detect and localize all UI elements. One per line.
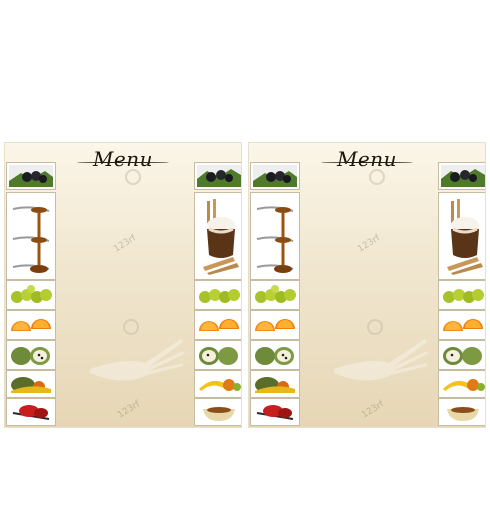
tile-banana-fruit — [195, 371, 241, 397]
grapes-icon — [441, 283, 485, 307]
cherimoya-icon — [197, 343, 241, 367]
banana-fruit-icon — [441, 373, 485, 395]
banana-fruit-icon — [197, 373, 241, 395]
blackberries-icon — [441, 165, 485, 187]
tile-cherimoya — [7, 341, 55, 369]
fork-watermark-icon — [90, 339, 184, 381]
orange-slices-icon — [197, 313, 241, 337]
blackberries-icon — [253, 165, 297, 187]
menu-panel-left: Menu 123rf 123rf — [4, 142, 242, 428]
tile-grapes — [439, 281, 485, 309]
tile-blackberries — [439, 163, 485, 189]
cherimoya-icon — [253, 343, 297, 367]
tile-blackberries — [251, 163, 299, 189]
tile-oranges — [251, 311, 299, 339]
tile-red-pepper — [251, 399, 299, 425]
pudding-bowl-icon — [197, 401, 241, 423]
orange-slices-icon — [9, 313, 53, 337]
watermark-logo-icon — [369, 169, 385, 185]
tile-honey-spoons — [7, 193, 55, 279]
tile-grapes — [7, 281, 55, 309]
tile-pudding-bowl — [195, 399, 241, 425]
tile-blackberries — [7, 163, 55, 189]
watermark-logo-icon — [123, 319, 139, 335]
mixed-fruit-icon — [253, 373, 297, 395]
tile-cherimoya — [251, 341, 299, 369]
honey-spoon-icon — [9, 195, 53, 277]
grapes-icon — [9, 283, 53, 307]
tile-cherimoya — [439, 341, 485, 369]
tile-red-pepper — [7, 399, 55, 425]
blackberries-icon — [197, 165, 241, 187]
watermark-logo-icon — [125, 169, 141, 185]
orange-slices-icon — [253, 313, 297, 337]
orange-slices-icon — [441, 313, 485, 337]
tile-mixed-fruit — [251, 371, 299, 397]
coffee-cream-icon — [197, 195, 241, 277]
tile-mixed-fruit — [7, 371, 55, 397]
watermark-text: 123rf — [112, 233, 138, 255]
grapes-icon — [253, 283, 297, 307]
pudding-bowl-icon — [441, 401, 485, 423]
red-pepper-icon — [9, 401, 53, 423]
tile-oranges — [439, 311, 485, 339]
cherimoya-icon — [441, 343, 485, 367]
red-pepper-icon — [253, 401, 297, 423]
watermark-logo-icon — [367, 319, 383, 335]
grapes-icon — [197, 283, 241, 307]
tile-coffee-cream — [195, 193, 241, 279]
mixed-fruit-icon — [9, 373, 53, 395]
watermark-text: 123rf — [116, 399, 142, 421]
tile-grapes — [195, 281, 241, 309]
watermark-text: 123rf — [356, 233, 382, 255]
tile-oranges — [7, 311, 55, 339]
menu-panel-right: Menu 123rf 123rf — [248, 142, 486, 428]
tile-honey-spoons — [251, 193, 299, 279]
watermark-text: 123rf — [360, 399, 386, 421]
tile-oranges — [195, 311, 241, 339]
tile-blackberries — [195, 163, 241, 189]
tile-coffee-cream — [439, 193, 485, 279]
cherimoya-icon — [9, 343, 53, 367]
tile-banana-fruit — [439, 371, 485, 397]
honey-spoon-icon — [253, 195, 297, 277]
tile-pudding-bowl — [439, 399, 485, 425]
blackberries-icon — [9, 165, 53, 187]
tile-cherimoya — [195, 341, 241, 369]
fork-watermark-icon — [334, 339, 428, 381]
coffee-cream-icon — [441, 195, 485, 277]
tile-grapes — [251, 281, 299, 309]
